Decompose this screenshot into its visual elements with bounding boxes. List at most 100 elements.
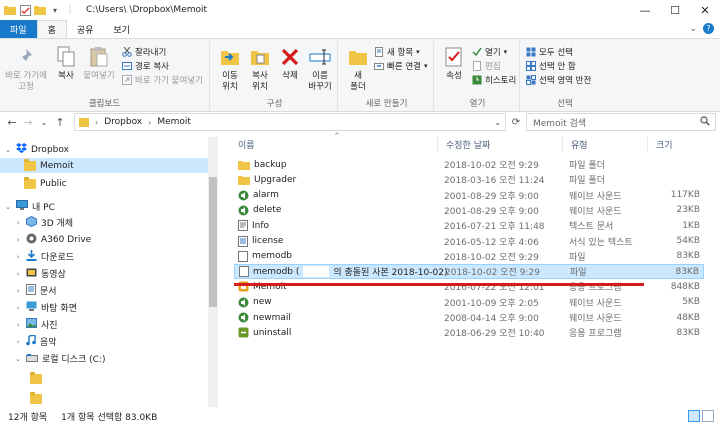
column-header-size[interactable]: 크기 [656, 136, 673, 152]
nav-item-documents[interactable]: › 문서 [14, 283, 57, 298]
file-row[interactable]: newmail 2008-04-14 오후 9:00 웨이브 사운드 48KB [234, 310, 704, 325]
pin-quick-access-button[interactable]: 바로 가기에 고정 [4, 45, 48, 93]
details-view-button[interactable] [688, 410, 700, 422]
delete-button[interactable]: 삭제 [274, 45, 306, 82]
nav-item-local-disk-c[interactable]: ⌄ 로컬 디스크 (C:) [14, 351, 105, 366]
file-row[interactable]: new 2001-10-09 오후 2:05 웨이브 사운드 5KB [234, 295, 704, 310]
expand-arrow-icon[interactable]: › [14, 219, 22, 227]
chevron-down-icon[interactable]: ⌄ [689, 24, 697, 34]
nav-scrollbar-thumb[interactable] [209, 177, 217, 307]
expand-arrow-icon[interactable]: › [14, 304, 22, 312]
nav-item-dropbox[interactable]: ⌄ Dropbox [4, 142, 204, 157]
breadcrumb-dropbox[interactable]: Dropbox [104, 117, 142, 127]
column-divider[interactable] [562, 137, 563, 151]
properties-icon[interactable] [19, 4, 31, 16]
minimize-button[interactable]: — [630, 0, 660, 20]
nav-item-this-pc[interactable]: ⌄ 내 PC [4, 199, 55, 214]
column-header-date[interactable]: 수정한 날짜 [446, 136, 490, 152]
expand-arrow-icon[interactable]: ⌄ [14, 355, 22, 363]
expand-arrow-icon[interactable]: › [14, 253, 22, 261]
nav-item-3d-objects[interactable]: › 3D 개체 [14, 215, 73, 230]
back-button[interactable]: ← [4, 114, 20, 130]
nav-item-music[interactable]: › 음악 [14, 333, 57, 349]
move-to-button[interactable]: 이동 위치 [214, 45, 246, 93]
help-icon[interactable]: ? [703, 23, 714, 34]
up-button[interactable]: ↑ [52, 114, 68, 130]
expand-arrow-icon[interactable]: › [14, 338, 22, 346]
nav-item-pictures[interactable]: › 사진 [14, 317, 58, 332]
nav-item-videos[interactable]: › 동영상 [14, 266, 66, 281]
picture-icon [26, 318, 37, 331]
file-row[interactable]: alarm 2001-08-29 오후 9:00 웨이브 사운드 117KB [234, 188, 704, 203]
recent-locations-button[interactable]: ⌄ [36, 114, 52, 130]
copy-to-button[interactable]: 복사 위치 [244, 45, 276, 93]
expand-arrow-icon[interactable]: › [14, 270, 22, 278]
paste-shortcut-button[interactable]: 바로 가기 붙여넣기 [122, 74, 203, 86]
new-folder-icon[interactable] [34, 4, 46, 16]
properties-button[interactable]: 속성 [438, 45, 470, 82]
column-header-name[interactable]: 이름 [238, 136, 255, 152]
open-button[interactable]: 열기 ▾ [472, 46, 507, 58]
nav-scrollbar[interactable] [208, 137, 218, 407]
copy-button[interactable]: 복사 [50, 45, 82, 82]
invert-selection-button[interactable]: 선택 영역 반전 [526, 74, 591, 86]
search-box[interactable]: Memoit 검색 [526, 113, 716, 131]
maximize-button[interactable]: ☐ [660, 0, 690, 20]
rename-button[interactable]: 이름 바꾸기 [304, 45, 336, 93]
expand-arrow-icon[interactable]: › [14, 321, 22, 329]
file-row[interactable]: memodb 2018-10-02 오전 9:29 파일 83KB [234, 249, 704, 264]
document-icon [26, 283, 36, 298]
edit-button[interactable]: 편집 [472, 60, 501, 72]
file-row[interactable]: Memoit 2016-07-22 오전 12:01 응용 프로그램 848KB [234, 279, 704, 294]
nav-item-desktop[interactable]: › 바탕 화면 [14, 300, 77, 315]
large-icons-view-button[interactable] [702, 410, 714, 422]
history-button[interactable]: 히스토리 [472, 74, 516, 86]
video-icon [26, 267, 37, 281]
nav-item-public[interactable]: Public [24, 176, 67, 191]
search-input[interactable]: Memoit 검색 [533, 116, 586, 129]
select-all-button[interactable]: 모두 선택 [526, 46, 573, 58]
file-row[interactable]: Info 2016-07-21 오후 11:48 텍스트 문서 1KB [234, 218, 704, 233]
file-row[interactable]: backup 2018-10-02 오전 9:29 파일 폴더 [234, 157, 704, 172]
folder-icon [30, 371, 42, 384]
nav-item-memoit[interactable]: Memoit [0, 158, 208, 173]
nav-item-subfolder[interactable] [30, 371, 42, 386]
breadcrumb-memoit[interactable]: Memoit [157, 117, 191, 127]
column-divider[interactable] [437, 137, 438, 151]
file-size: 83KB [676, 251, 700, 262]
title-bar: ▾ | C:\Users\ \Dropbox\Memoit — ☐ ✕ [0, 0, 720, 20]
file-row[interactable]: memodb (의 충돌된 사본 2018-10-02) 2018-10-02 오… [234, 264, 704, 280]
file-row[interactable]: license 2016-05-12 오후 4:06 서식 있는 텍스트 54KB [234, 234, 704, 249]
expand-arrow-icon[interactable]: › [14, 287, 22, 295]
tab-view[interactable]: 보기 [103, 20, 140, 38]
nav-item-subfolder[interactable] [30, 391, 42, 406]
column-header-type[interactable]: 유형 [571, 136, 588, 152]
copy-path-button[interactable]: 경로 복사 [122, 60, 169, 72]
tab-share[interactable]: 공유 [67, 20, 104, 38]
column-divider[interactable] [647, 137, 648, 151]
cut-button[interactable]: 잘라내기 [122, 46, 166, 58]
select-none-button[interactable]: 선택 안 함 [526, 60, 576, 72]
expand-arrow-icon[interactable]: ⌄ [4, 146, 12, 154]
expand-arrow-icon[interactable]: ⌄ [4, 203, 12, 211]
tab-file[interactable]: 파일 [0, 20, 37, 38]
forward-button[interactable]: → [20, 114, 36, 130]
chevron-down-icon[interactable]: ⌄ [494, 118, 501, 127]
chevron-down-icon[interactable]: ▾ [49, 4, 61, 16]
file-row[interactable]: Upgrader 2018-03-16 오전 11:24 파일 폴더 [234, 172, 704, 187]
file-row[interactable]: delete 2001-08-29 오후 9:00 웨이브 사운드 23KB [234, 203, 704, 218]
folder-icon[interactable] [4, 4, 16, 16]
close-button[interactable]: ✕ [690, 0, 720, 20]
paste-button[interactable]: 붙여넣기 [80, 45, 118, 82]
nav-item-downloads[interactable]: › 다운로드 [14, 249, 74, 264]
file-row[interactable]: uninstall 2018-06-29 오전 10:40 응용 프로그램 83KB [234, 325, 704, 340]
nav-item-a360-drive[interactable]: › A360 Drive [14, 232, 91, 247]
expand-arrow-icon[interactable]: › [14, 236, 22, 244]
refresh-icon[interactable]: ⟳ [508, 114, 524, 130]
new-item-button[interactable]: 새 항목 ▾ [374, 46, 420, 58]
rtf-file-icon [238, 235, 248, 247]
new-folder-button[interactable]: 새 폴더 [342, 45, 374, 93]
tab-home[interactable]: 홈 [36, 20, 67, 38]
address-bar[interactable]: › Dropbox › Memoit ⌄ [74, 113, 506, 131]
easy-access-button[interactable]: 빠른 연결 ▾ [374, 60, 428, 72]
